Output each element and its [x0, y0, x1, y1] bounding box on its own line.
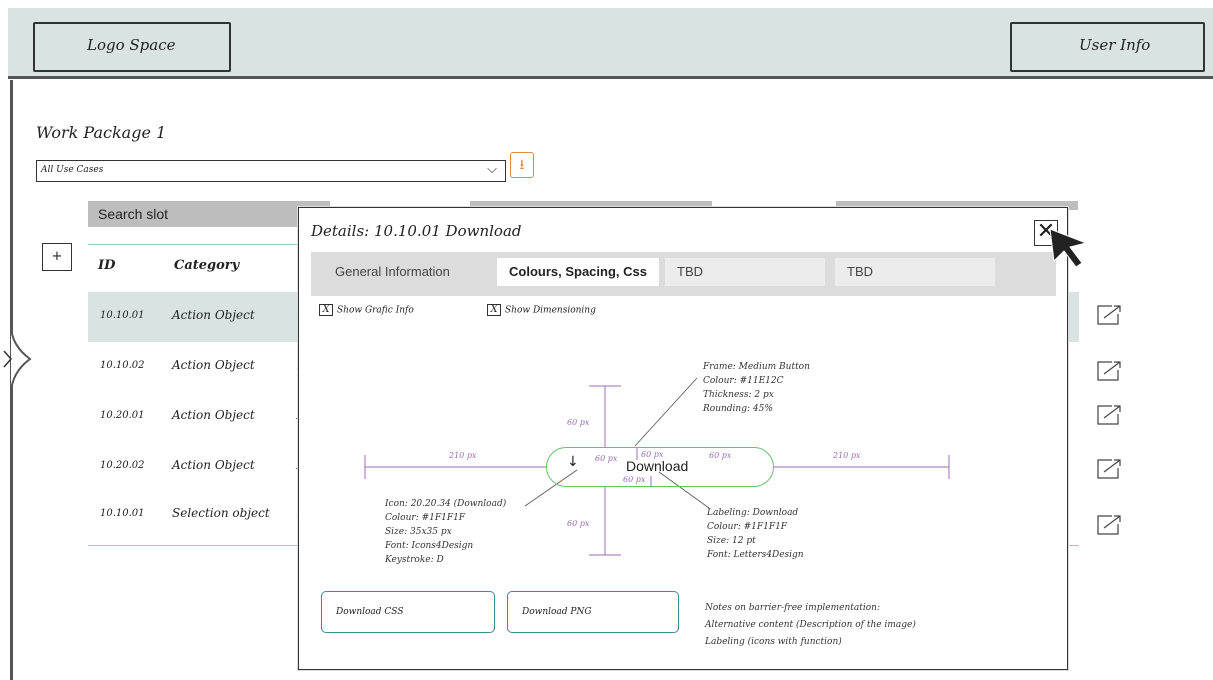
tab-bar: General Information Colours, Spacing, Cs… — [311, 252, 1056, 296]
add-button[interactable]: + — [42, 243, 72, 271]
note-line: Size: 12 pt — [707, 536, 756, 546]
top-header: Logo Space User Info — [8, 8, 1213, 76]
note-line: Icon: 20.20.34 (Download) — [385, 499, 507, 509]
note-line: Colour: #1F1F1F — [707, 522, 788, 532]
dim-right: 210 px — [833, 451, 861, 460]
icon-note: Icon: 20.20.34 (Download) Colour: #1F1F1… — [385, 497, 506, 567]
note-line: Notes on barrier-free implementation: — [705, 603, 880, 613]
dim-top: 60 px — [567, 418, 590, 427]
user-info-label: User Info — [1079, 36, 1151, 54]
dim-left: 210 px — [449, 451, 477, 460]
use-case-select[interactable]: All Use Cases ⌵ — [36, 160, 506, 182]
download-css-button[interactable]: Download CSS — [321, 591, 495, 633]
header-divider — [8, 76, 1213, 79]
barrier-free-note: Notes on barrier-free implementation: Al… — [705, 600, 916, 651]
share-icon[interactable] — [1094, 456, 1124, 482]
plus-icon: + — [51, 249, 63, 264]
note-line: Size: 35x35 px — [385, 527, 452, 537]
table-divider — [88, 545, 306, 546]
row-category: Action Object — [172, 458, 255, 472]
dim-inner-right: 60 px — [709, 451, 732, 460]
note-line: Keystroke: D — [385, 555, 444, 565]
column-header-id: ID — [98, 258, 116, 273]
chevron-right-icon — [3, 350, 12, 368]
note-line: Labeling (icons with function) — [705, 637, 842, 647]
note-line: Thickness: 2 px — [703, 390, 774, 400]
sidebar-toggle[interactable] — [0, 325, 38, 395]
dim-bottom: 60 px — [567, 519, 590, 528]
logo-label: Logo Space — [87, 36, 176, 54]
note-line: Frame: Medium Button — [703, 362, 810, 372]
use-case-select-value: All Use Cases — [41, 165, 104, 175]
table-header: ID Category — [88, 236, 306, 292]
share-icon[interactable] — [1094, 302, 1124, 328]
frame-note: Frame: Medium Button Colour: #11E12C Thi… — [703, 360, 810, 416]
tab-general-information[interactable]: General Information — [323, 258, 493, 286]
user-info[interactable]: User Info — [1010, 22, 1205, 72]
note-line: Alternative content (Description of the … — [705, 620, 916, 630]
row-category: Selection object — [172, 506, 270, 520]
row-category: Action Object — [172, 358, 255, 372]
label-note: Labeling: Download Colour: #1F1F1F Size:… — [707, 506, 804, 562]
dim-inner-mid: 60 px — [641, 450, 664, 459]
share-icon[interactable] — [1094, 358, 1124, 384]
download-icon: ↓ — [567, 454, 579, 470]
note-line: Colour: #11E12C — [703, 376, 784, 386]
row-id: 10.20.01 — [100, 410, 145, 421]
dim-inner-bottom: 60 px — [623, 475, 646, 484]
checkbox-label: Show Grafic Info — [337, 305, 414, 316]
chevron-down-icon: ⌵ — [487, 162, 497, 177]
share-icon[interactable] — [1094, 402, 1124, 428]
download-png-button[interactable]: Download PNG — [507, 591, 679, 633]
tab-tbd-1[interactable]: TBD — [665, 258, 825, 286]
checkbox-mark: X — [487, 304, 501, 316]
logo-space: Logo Space — [33, 22, 231, 72]
details-modal: Details: 10.10.01 Download ✕ General Inf… — [298, 207, 1068, 670]
dim-inner-left: 60 px — [595, 454, 618, 463]
modal-title: Details: 10.10.01 Download — [311, 222, 522, 240]
tab-tbd-2[interactable]: TBD — [835, 258, 995, 286]
row-category: Action Object — [172, 308, 255, 322]
checkbox-mark: X — [319, 304, 333, 316]
note-line: Colour: #1F1F1F — [385, 513, 466, 523]
note-line: Labeling: Download — [707, 508, 799, 518]
show-dimensioning-checkbox[interactable]: X Show Dimensioning — [487, 304, 596, 316]
search-input[interactable]: Search slot — [88, 201, 330, 227]
page-title: Work Package 1 — [36, 123, 167, 142]
row-id: 10.20.02 — [100, 460, 145, 471]
search-placeholder: Search slot — [98, 206, 169, 222]
share-icon[interactable] — [1094, 512, 1124, 538]
checkbox-label: Show Dimensioning — [505, 305, 596, 316]
download-button-label: Download — [626, 458, 689, 474]
note-line: Rounding: 45% — [703, 404, 773, 414]
download-button[interactable]: ⭳ — [510, 152, 534, 178]
row-category: Action Object — [172, 408, 255, 422]
row-id: 10.10.02 — [100, 360, 145, 371]
row-id: 10.10.01 — [100, 310, 145, 321]
mouse-cursor-icon — [1049, 228, 1088, 268]
column-header-category: Category — [174, 258, 240, 273]
row-id: 10.10.01 — [100, 508, 145, 519]
download-icon: ⭳ — [519, 157, 525, 173]
tab-colours-spacing-css[interactable]: Colours, Spacing, Css — [497, 258, 659, 286]
note-line: Font: Letters4Design — [707, 550, 804, 560]
note-line: Font: Icons4Design — [385, 541, 474, 551]
show-graphic-info-checkbox[interactable]: X Show Grafic Info — [319, 304, 414, 316]
